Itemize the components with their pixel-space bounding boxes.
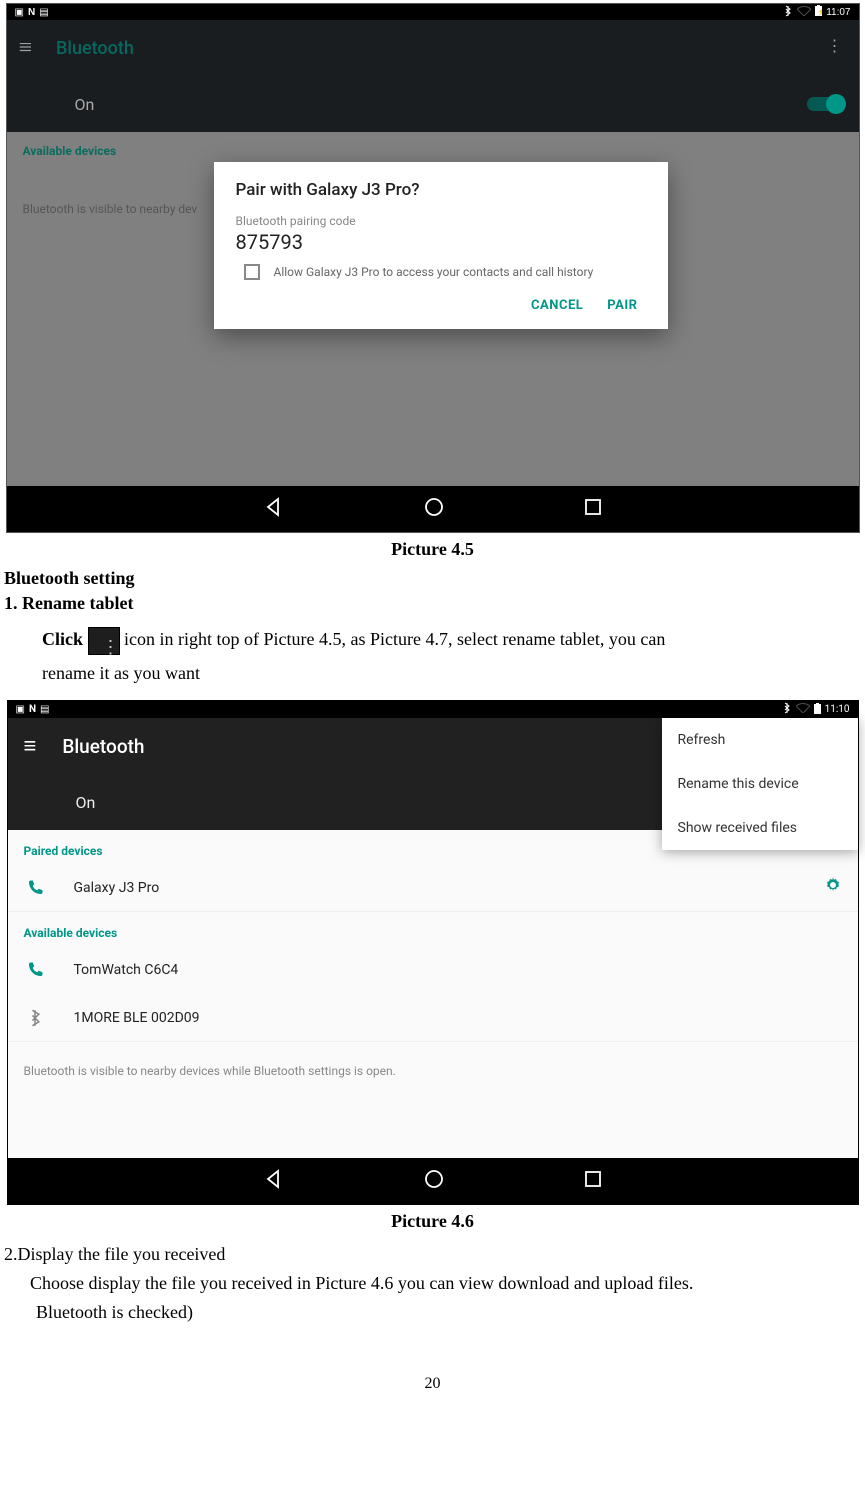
phone-icon bbox=[24, 877, 46, 899]
bluetooth-switch-label: On bbox=[76, 793, 96, 812]
settings-gear-icon[interactable] bbox=[824, 876, 842, 899]
bluetooth-appbar: ≡ Bluetooth On Refresh Rename this devic… bbox=[8, 718, 858, 830]
bluetooth-checked-text: Bluetooth is checked) bbox=[0, 1298, 865, 1327]
visibility-text: Bluetooth is visible to nearby devices w… bbox=[8, 1042, 858, 1158]
appbar-title: Bluetooth bbox=[62, 735, 144, 758]
sd-notif-icon: ▤ bbox=[39, 7, 48, 18]
menu-show-received[interactable]: Show received files bbox=[662, 806, 858, 850]
recents-icon[interactable] bbox=[584, 1170, 602, 1192]
bluetooth-menu-screenshot: ▣ N ▤ 11:10 ≡ Bluetooth On Refresh bbox=[7, 700, 859, 1205]
allow-contacts-label: Allow Galaxy J3 Pro to access your conta… bbox=[274, 265, 594, 279]
overflow-menu: Refresh Rename this device Show received… bbox=[662, 718, 858, 850]
more-vert-icon[interactable]: ⋮ bbox=[827, 36, 843, 56]
status-bar: ▣ N ▤ 11:10 bbox=[8, 701, 858, 718]
rename-instruction-tail: icon in right top of Picture 4.5, as Pic… bbox=[124, 629, 665, 649]
pairing-code: 875793 bbox=[236, 230, 646, 254]
svg-text:⚡: ⚡ bbox=[817, 7, 822, 16]
phone-icon bbox=[24, 959, 46, 981]
rename-instruction-line2: rename it as you want bbox=[0, 656, 865, 690]
home-icon[interactable] bbox=[424, 497, 444, 522]
page-number: 20 bbox=[0, 1375, 865, 1393]
bluetooth-setting-heading: Bluetooth setting bbox=[0, 568, 865, 589]
paired-device-row[interactable]: Galaxy J3 Pro bbox=[8, 864, 858, 912]
display-file-heading: 2.Display the file you received bbox=[0, 1240, 865, 1269]
picture-notif-icon: ▣ bbox=[16, 704, 25, 715]
device-name: 1MORE BLE 002D09 bbox=[74, 1010, 200, 1026]
click-label: Click bbox=[42, 629, 88, 649]
recents-icon[interactable] bbox=[584, 498, 602, 521]
status-time: 11:10 bbox=[825, 704, 850, 715]
bluetooth-switch-label: On bbox=[75, 95, 95, 114]
n-notif-icon: N bbox=[29, 704, 36, 715]
dialog-title: Pair with Galaxy J3 Pro? bbox=[236, 180, 646, 200]
rename-instruction-line1: Click icon in right top of Picture 4.5, … bbox=[0, 622, 865, 656]
bluetooth-appbar: ≡ Bluetooth ⋮ On bbox=[7, 20, 859, 132]
rename-tablet-heading: 1. Rename tablet bbox=[0, 593, 865, 614]
menu-refresh[interactable]: Refresh bbox=[662, 718, 858, 762]
bluetooth-pairing-screenshot: ▣ N ▤ ⚡ 11:07 ≡ Bluetooth ⋮ On bbox=[6, 3, 860, 533]
back-icon[interactable] bbox=[264, 1169, 284, 1193]
menu-rename-device[interactable]: Rename this device bbox=[662, 762, 858, 806]
available-devices-label: Available devices bbox=[7, 132, 859, 164]
nav-bar bbox=[7, 486, 859, 532]
device-name: Galaxy J3 Pro bbox=[74, 880, 160, 896]
available-device-row[interactable]: TomWatch C6C4 bbox=[8, 946, 858, 994]
figure-caption-1: Picture 4.5 bbox=[0, 539, 865, 560]
pairing-dialog: Pair with Galaxy J3 Pro? Bluetooth pairi… bbox=[214, 162, 668, 329]
battery-icon: ⚡ bbox=[815, 5, 822, 19]
status-time: 11:07 bbox=[826, 7, 850, 18]
available-devices-label: Available devices bbox=[8, 912, 858, 946]
bluetooth-switch[interactable] bbox=[807, 97, 843, 111]
wifi-icon bbox=[796, 703, 810, 716]
hamburger-icon[interactable]: ≡ bbox=[19, 35, 33, 62]
more-vert-inline-icon bbox=[88, 627, 120, 655]
bluetooth-status-icon bbox=[782, 702, 792, 717]
device-name: TomWatch C6C4 bbox=[74, 962, 179, 978]
display-file-text: Choose display the file you received in … bbox=[0, 1269, 865, 1298]
bluetooth-device-icon bbox=[24, 1007, 46, 1029]
available-device-row[interactable]: 1MORE BLE 002D09 bbox=[8, 994, 858, 1042]
dialog-subtitle: Bluetooth pairing code bbox=[236, 214, 646, 228]
figure-caption-2: Picture 4.6 bbox=[0, 1211, 865, 1232]
hamburger-icon[interactable]: ≡ bbox=[24, 733, 37, 759]
battery-icon bbox=[814, 703, 821, 717]
wifi-icon bbox=[797, 6, 811, 19]
sd-notif-icon: ▤ bbox=[40, 704, 49, 715]
status-bar: ▣ N ▤ ⚡ 11:07 bbox=[7, 4, 859, 20]
cancel-button[interactable]: CANCEL bbox=[531, 298, 583, 313]
home-icon[interactable] bbox=[424, 1169, 444, 1193]
n-notif-icon: N bbox=[28, 7, 35, 18]
picture-notif-icon: ▣ bbox=[15, 7, 24, 18]
appbar-title: Bluetooth bbox=[56, 38, 134, 59]
nav-bar bbox=[8, 1158, 858, 1204]
back-icon[interactable] bbox=[264, 497, 284, 522]
bluetooth-status-icon bbox=[783, 5, 793, 20]
pair-button[interactable]: PAIR bbox=[607, 298, 637, 313]
allow-contacts-checkbox[interactable] bbox=[244, 264, 260, 280]
switch-thumb-icon bbox=[826, 94, 846, 114]
